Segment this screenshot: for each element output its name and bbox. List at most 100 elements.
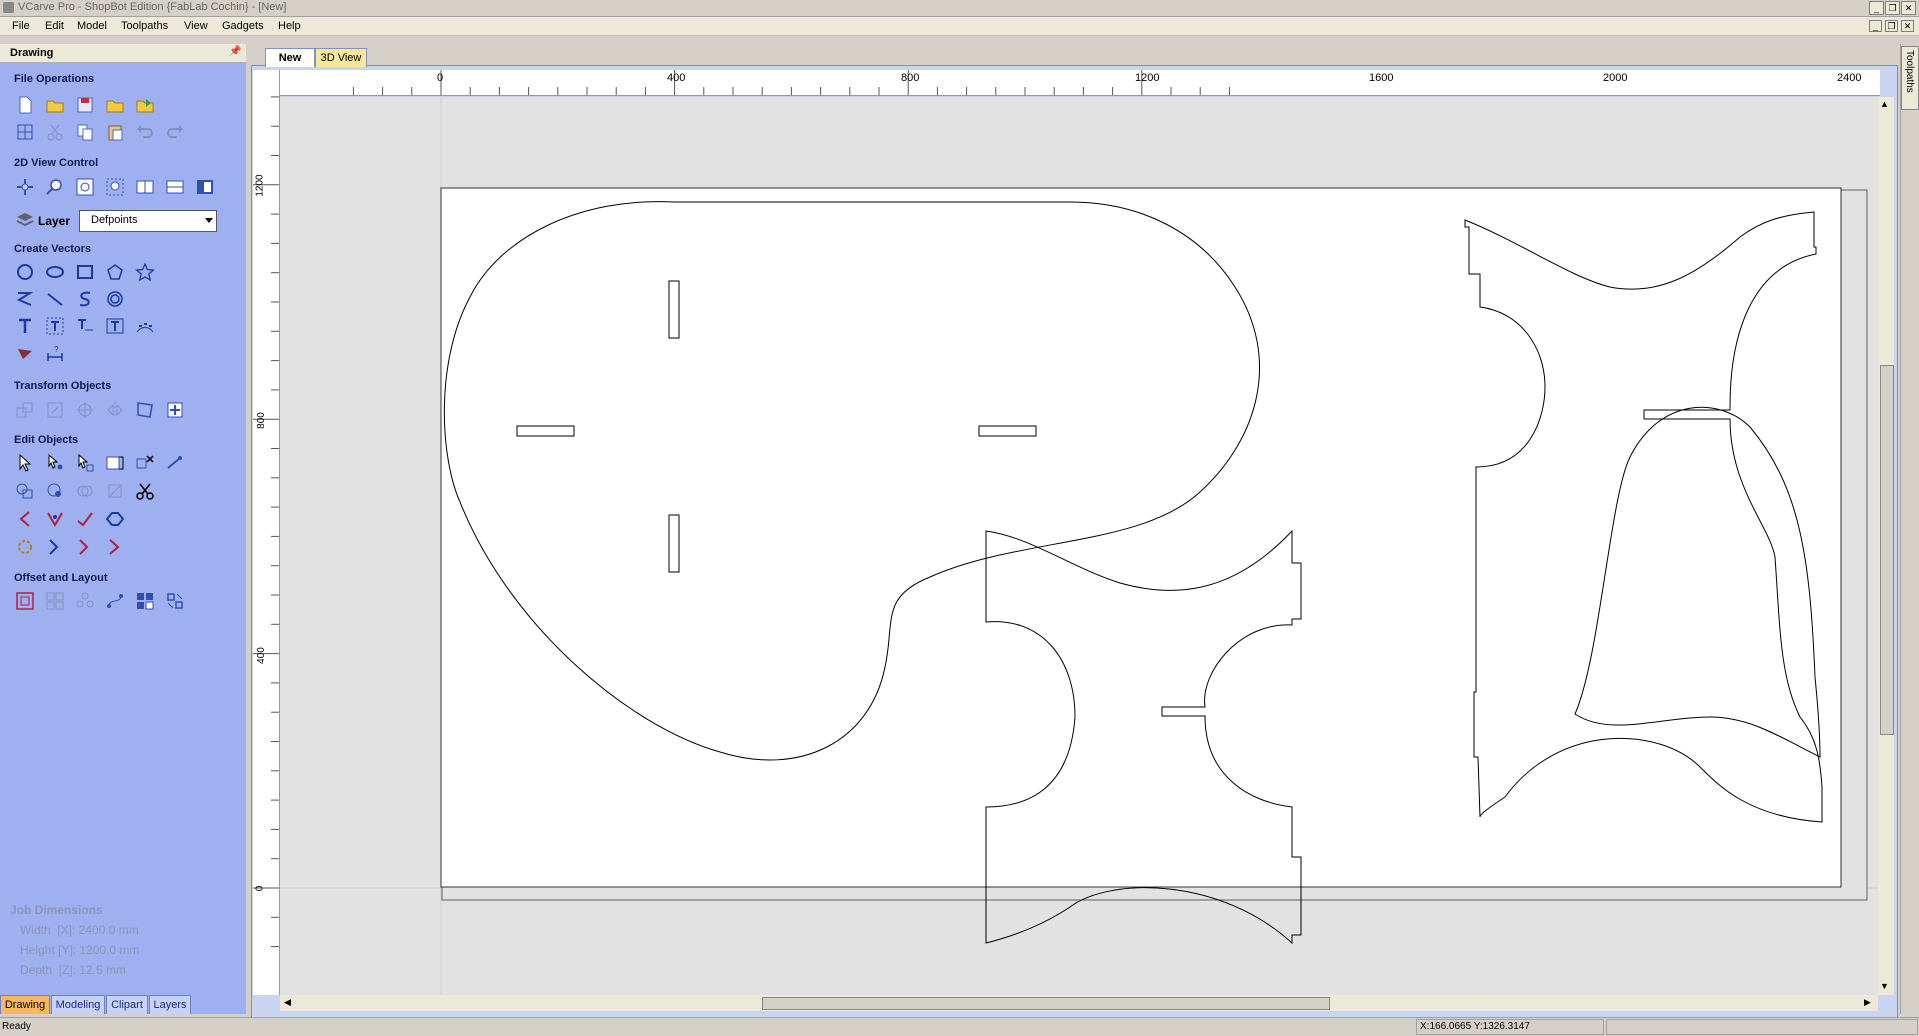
weld-icon[interactable] [14,480,36,502]
nest-parts-icon[interactable] [164,590,186,612]
menu-file[interactable]: File [12,20,30,32]
text-fit-icon[interactable] [104,315,126,337]
view-split-icon[interactable] [134,176,156,198]
horizontal-scrollbar[interactable]: ◀ ▶ [280,995,1878,1011]
circular-array-icon[interactable] [74,590,96,612]
bitmap-trace-icon[interactable] [104,452,126,474]
menu-model[interactable]: Model [77,20,107,32]
select-icon[interactable] [14,452,36,474]
ruler-x-label: 2000 [1603,72,1628,84]
trim-vectors-icon[interactable] [74,536,96,558]
measure-icon[interactable] [164,452,186,474]
menu-toolpaths[interactable]: Toolpaths [121,20,168,32]
drawing-canvas[interactable] [280,97,1878,995]
mirror-icon[interactable] [104,399,126,421]
chamfer-icon[interactable] [104,536,126,558]
vertical-scroll-thumb[interactable] [1880,365,1894,735]
node-edit-icon[interactable] [44,452,66,474]
menu-view[interactable]: View [184,20,208,32]
tab-new[interactable]: New [265,48,315,67]
menu-help[interactable]: Help [278,20,301,32]
close-button[interactable]: ✕ [1901,1,1916,15]
offset-icon[interactable] [14,590,36,612]
transform-mode-icon[interactable] [74,452,96,474]
draw-spiral-icon[interactable] [104,288,126,310]
doc-close-button[interactable]: ✕ [1901,20,1914,32]
scissors-icon[interactable] [134,480,156,502]
text-icon[interactable] [14,315,36,337]
draw-polygon-icon[interactable] [104,261,126,283]
draw-ellipse-icon[interactable] [44,261,66,283]
fillet-icon[interactable] [14,536,36,558]
align-icon[interactable] [74,399,96,421]
draw-line-icon[interactable] [44,288,66,310]
vertical-scrollbar[interactable]: ▲ ▼ [1878,97,1894,995]
cut-icon[interactable] [44,121,66,143]
section-transform-objects: Transform Objects [14,380,112,392]
view-horizontal-icon[interactable] [164,176,186,198]
transform-icon[interactable] [164,399,186,421]
nesting-icon[interactable] [134,590,156,612]
subtract-icon[interactable] [44,480,66,502]
new-file-icon[interactable] [14,94,36,116]
ruler-x-label: 1600 [1369,72,1394,84]
restore-button[interactable]: ❐ [1885,1,1900,15]
tab-clipart[interactable]: Clipart [106,995,148,1014]
horizontal-scroll-thumb[interactable] [762,997,1330,1010]
join-open-vectors-icon[interactable] [14,508,36,530]
doc-restore-button[interactable]: ❐ [1885,20,1898,32]
minimize-button[interactable]: _ [1869,1,1884,15]
layer-select[interactable]: Defpoints [79,210,217,232]
text-arc-icon[interactable] [134,315,156,337]
doc-minimize-button[interactable]: _ [1869,20,1882,32]
draw-polyline-icon[interactable] [14,288,36,310]
scroll-up-icon[interactable]: ▲ [1880,99,1889,109]
scroll-right-icon[interactable]: ▶ [1864,997,1871,1008]
extend-icon[interactable] [44,536,66,558]
pencil-icon[interactable] [14,342,36,364]
delete-duplicates-icon[interactable] [134,452,156,474]
zoom-icon[interactable] [44,176,66,198]
zoom-selected-icon[interactable] [104,176,126,198]
copy-along-vectors-icon[interactable] [104,590,126,612]
view-fit-icon[interactable] [194,176,216,198]
intersect-icon[interactable] [74,480,96,502]
text-on-curve-icon[interactable] [74,315,96,337]
tab-layers[interactable]: Layers [149,995,191,1014]
zoom-extents-icon[interactable] [74,176,96,198]
pin-icon[interactable]: 📌 [229,46,241,57]
text-box-icon[interactable] [44,315,66,337]
curve-fit-icon[interactable] [74,508,96,530]
draw-star-icon[interactable] [134,261,156,283]
distort-icon[interactable] [134,399,156,421]
trim-icon[interactable] [104,480,126,502]
section-create-vectors: Create Vectors [14,243,92,255]
undo-icon[interactable] [134,121,156,143]
menu-gadgets[interactable]: Gadgets [222,20,264,32]
offset-close-icon[interactable] [104,508,126,530]
close-vectors-icon[interactable] [44,508,66,530]
redo-icon[interactable] [164,121,186,143]
tab-modeling[interactable]: Modeling [51,995,105,1014]
draw-circle-icon[interactable] [14,261,36,283]
draw-curve-icon[interactable] [74,288,96,310]
move-icon[interactable] [14,399,36,421]
save-file-icon[interactable] [74,94,96,116]
dimension-icon[interactable]: ? [44,342,66,364]
menu-edit[interactable]: Edit [45,20,64,32]
array-copy-icon[interactable] [44,590,66,612]
copy-icon[interactable] [74,121,96,143]
scroll-left-icon[interactable]: ◀ [284,997,291,1008]
open-file-icon[interactable] [44,94,66,116]
import-vectors-icon[interactable] [104,94,126,116]
import-bitmap-icon[interactable] [134,94,156,116]
job-setup-icon[interactable] [14,121,36,143]
toolpaths-tab[interactable]: Toolpaths [1901,46,1919,110]
draw-rectangle-icon[interactable] [74,261,96,283]
tab-3d-view[interactable]: 3D View [315,48,367,67]
set-size-icon[interactable] [44,399,66,421]
scroll-down-icon[interactable]: ▼ [1880,981,1889,991]
tab-drawing[interactable]: Drawing [0,995,50,1014]
paste-icon[interactable] [104,121,126,143]
pan-icon[interactable] [14,176,36,198]
